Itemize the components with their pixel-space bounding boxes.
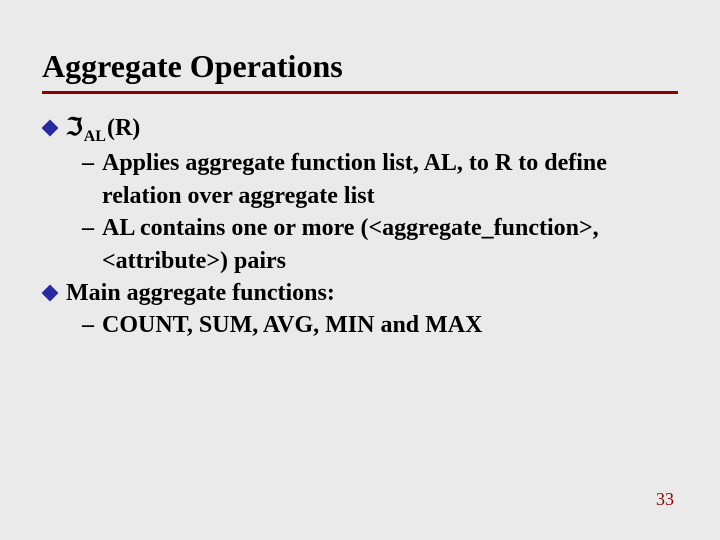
sub-bullet-item: – Applies aggregate function list, AL, t… [82,147,678,212]
bullet-item: Main aggregate functions: [42,277,678,309]
aggregate-subscript: AL [84,128,106,145]
slide-content: ℑAL(R) – Applies aggregate function list… [42,112,678,342]
aggregate-symbol: ℑ [66,115,83,141]
sub-bullet-text: AL contains one or more (<aggregate_func… [102,212,662,277]
sub-list: – COUNT, SUM, AVG, MIN and MAX [82,309,678,341]
slide-title: Aggregate Operations [42,48,678,85]
dash-bullet-icon: – [82,147,94,212]
dash-bullet-icon: – [82,309,94,341]
bullet-text: Main aggregate functions: [66,277,335,309]
sub-list: – Applies aggregate function list, AL, t… [82,147,678,277]
bullet-text: ℑAL(R) [66,112,140,147]
sub-bullet-text: Applies aggregate function list, AL, to … [102,147,662,212]
bullet-item: ℑAL(R) [42,112,678,147]
diamond-bullet-icon [42,120,59,137]
dash-bullet-icon: – [82,212,94,277]
sub-bullet-item: – AL contains one or more (<aggregate_fu… [82,212,678,277]
diamond-bullet-icon [42,284,59,301]
title-underline [42,91,678,94]
page-number: 33 [656,489,674,510]
sub-bullet-text: COUNT, SUM, AVG, MIN and MAX [102,309,482,341]
slide: Aggregate Operations ℑAL(R) – Applies ag… [0,0,720,540]
aggregate-arg: (R) [107,115,140,141]
sub-bullet-item: – COUNT, SUM, AVG, MIN and MAX [82,309,678,341]
